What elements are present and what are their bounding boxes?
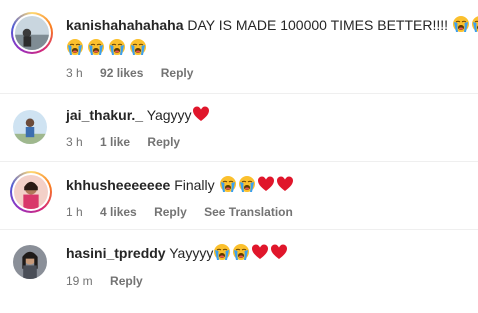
loudly-crying-face-icon: [66, 38, 84, 56]
reply-button[interactable]: Reply: [110, 274, 143, 288]
comments-list: kanishahahahaha DAY IS MADE 100000 TIMES…: [0, 0, 478, 313]
red-heart-icon: [192, 105, 210, 123]
avatar-photo: [13, 245, 47, 279]
comment-username[interactable]: kanishahahahaha: [66, 17, 184, 33]
comment-text: DAY IS MADE 100000 TIMES BETTER!!!!: [187, 17, 449, 33]
comment-time: 1 h: [66, 205, 83, 219]
comment-meta: 3 h 1 like Reply: [66, 134, 194, 150]
comment-time: 3 h: [66, 135, 83, 149]
comment-text: Yagyyy: [146, 107, 192, 123]
avatar-photo: [14, 175, 48, 209]
comment-meta: 1 h 4 likes Reply See Translation: [66, 204, 307, 220]
divider: [0, 93, 478, 94]
comment-line: hasini_tpreddy Yayyyy: [66, 243, 289, 263]
red-heart-icon: [276, 175, 294, 193]
comment-text: Yayyyy: [169, 245, 214, 261]
comment-likes[interactable]: 4 likes: [100, 205, 137, 219]
comment-item: kanishahahahaha DAY IS MADE 100000 TIMES…: [0, 0, 478, 95]
comment-line: kanishahahahaha DAY IS MADE 100000 TIMES…: [66, 15, 478, 35]
comment-time: 3 h: [66, 66, 83, 80]
comment-emoji-row: [66, 38, 148, 56]
comment-line: khhusheeeeeee Finally: [66, 175, 295, 195]
loudly-crying-face-icon: [129, 38, 147, 56]
red-heart-icon: [257, 175, 275, 193]
avatar[interactable]: [13, 110, 47, 144]
avatar-photo: [15, 16, 49, 50]
comment-item: hasini_tpreddy Yayyyy 19 m Reply: [0, 231, 478, 311]
comment-text: Finally: [174, 177, 215, 193]
loudly-crying-face-icon: [213, 243, 231, 261]
avatar[interactable]: [11, 12, 53, 54]
reply-button[interactable]: Reply: [147, 135, 180, 149]
loudly-crying-face-icon: [108, 38, 126, 56]
loudly-crying-face-icon: [232, 243, 250, 261]
loudly-crying-face-icon: [219, 175, 237, 193]
red-heart-icon: [270, 243, 288, 261]
avatar[interactable]: [10, 171, 52, 213]
comment-meta: 19 m Reply: [66, 273, 157, 289]
comment-username[interactable]: jai_thakur._: [66, 107, 143, 123]
divider: [0, 161, 478, 162]
comment-time: 19 m: [66, 274, 93, 288]
reply-button[interactable]: Reply: [161, 66, 194, 80]
reply-button[interactable]: Reply: [154, 205, 187, 219]
see-translation-button[interactable]: See Translation: [204, 205, 293, 219]
loudly-crying-face-icon: [238, 175, 256, 193]
divider: [0, 229, 478, 230]
comment-item: khhusheeeeeee Finally 1 h 4 likes Reply …: [0, 163, 478, 229]
comment-likes[interactable]: 1 like: [100, 135, 130, 149]
comment-likes[interactable]: 92 likes: [100, 66, 143, 80]
loudly-crying-face-icon: [471, 15, 478, 33]
comment-meta: 3 h 92 likes Reply: [66, 65, 207, 81]
loudly-crying-face-icon: [452, 15, 470, 33]
avatar-photo: [13, 110, 47, 144]
avatar[interactable]: [13, 245, 47, 279]
comment-username[interactable]: hasini_tpreddy: [66, 245, 166, 261]
red-heart-icon: [251, 243, 269, 261]
comment-item: jai_thakur._ Yagyyy 3 h 1 like Reply: [0, 95, 478, 161]
comment-line: jai_thakur._ Yagyyy: [66, 105, 211, 125]
loudly-crying-face-icon: [87, 38, 105, 56]
comment-username[interactable]: khhusheeeeeee: [66, 177, 170, 193]
